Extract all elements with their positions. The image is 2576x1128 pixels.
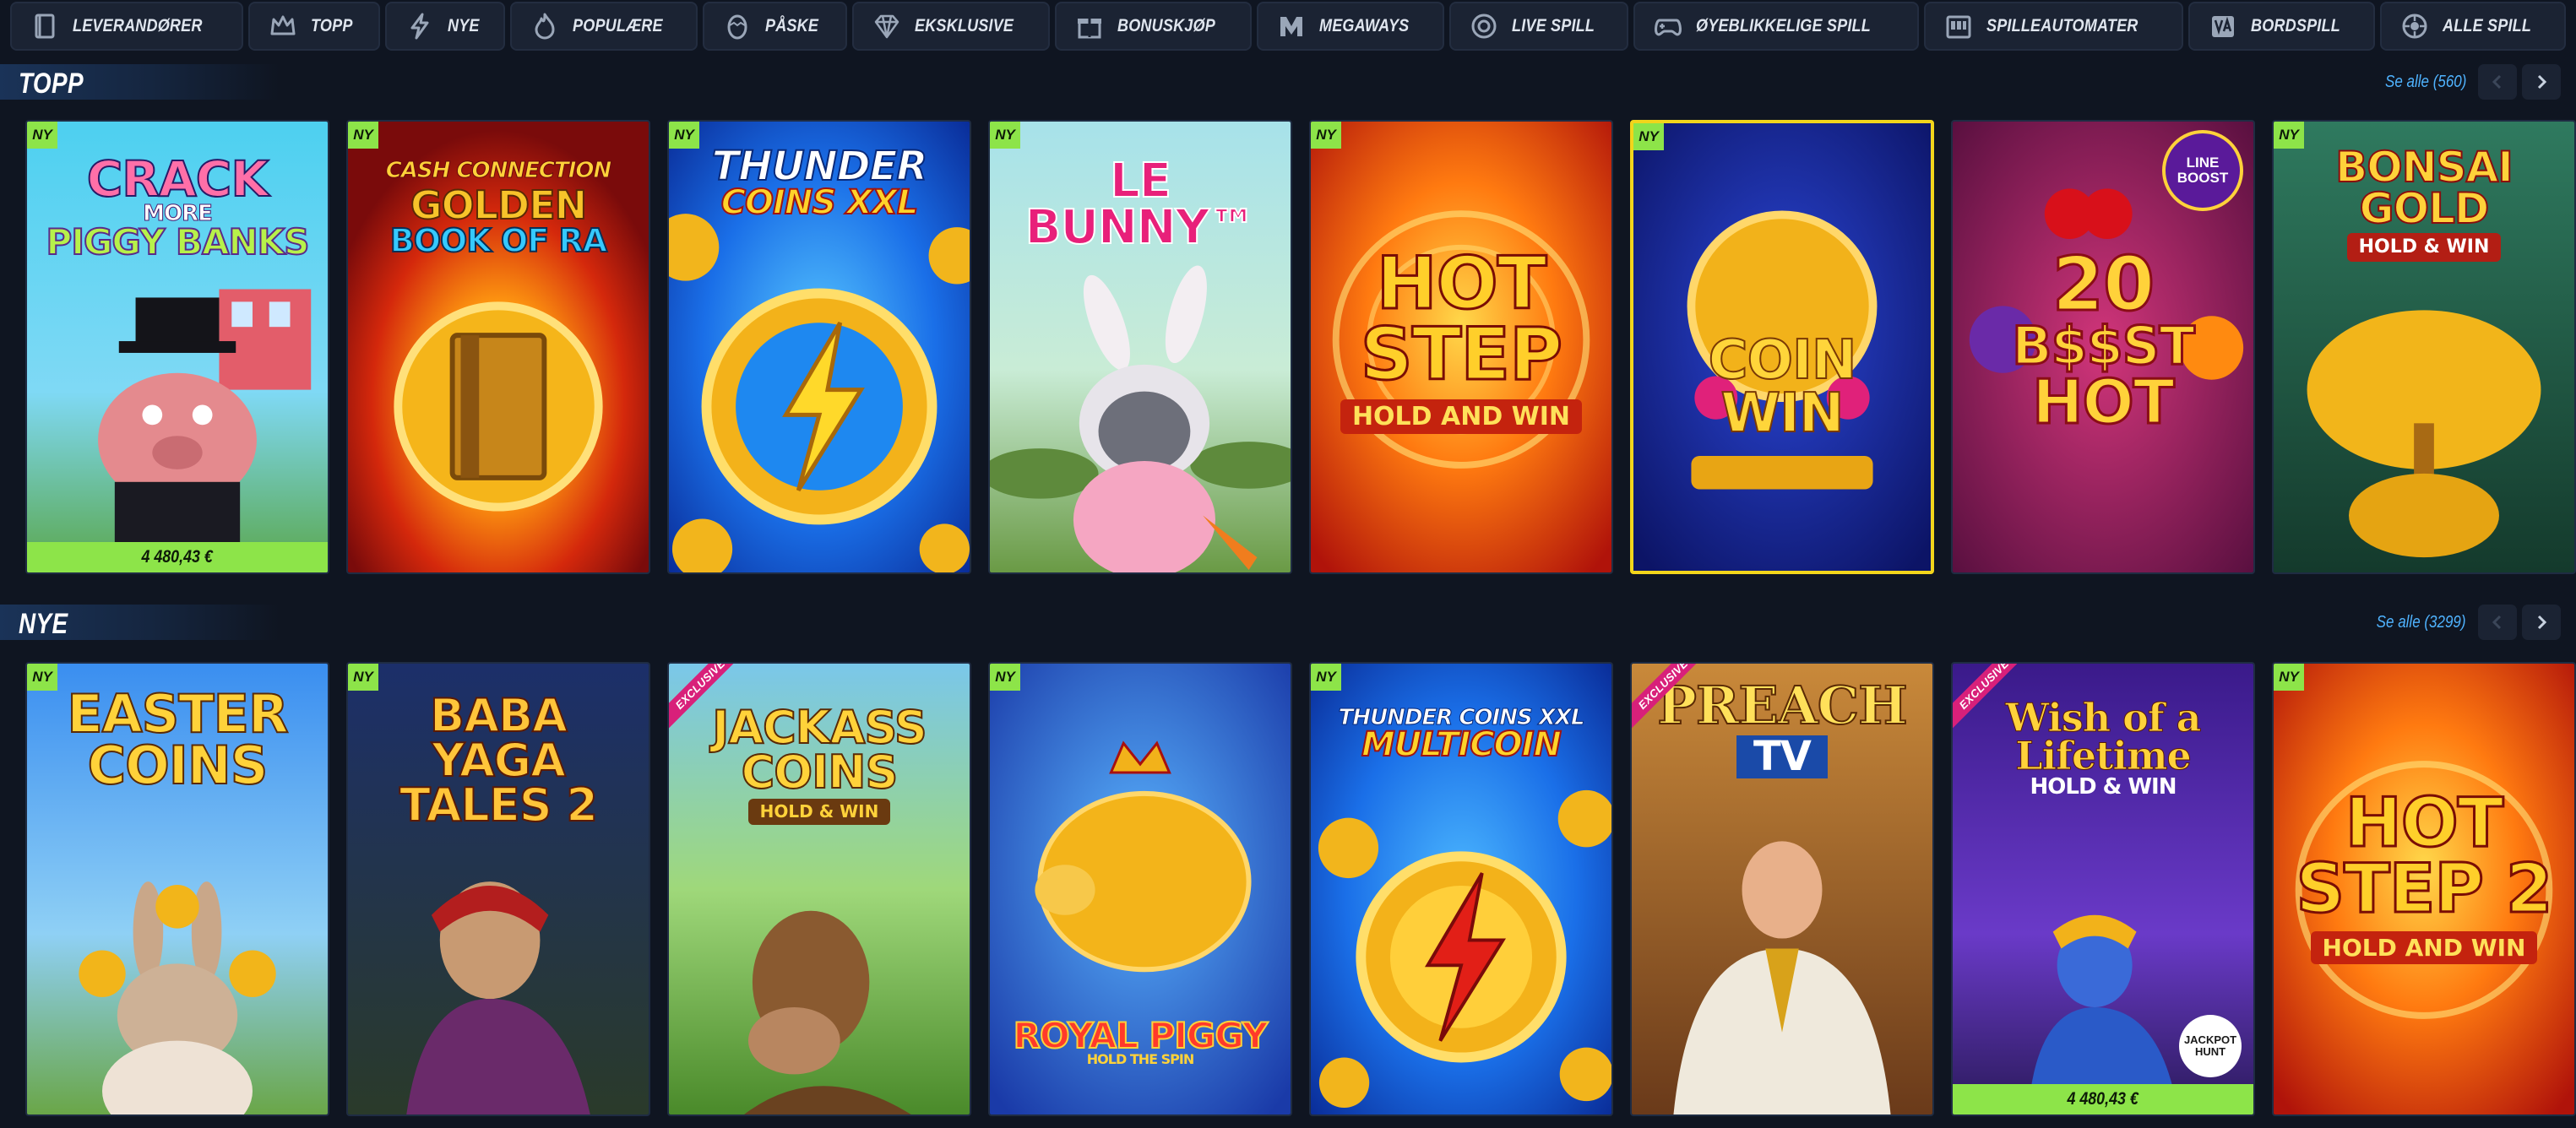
game-card[interactable]: THUNDER COINS XXL NY [667, 120, 971, 574]
game-title: ROYAL PIGGY HOLD THE SPIN [1013, 1015, 1269, 1068]
book-icon [29, 10, 61, 42]
section-title: NYE [19, 608, 68, 640]
game-title: HOT STEP 2 HOLD AND WIN [2274, 788, 2574, 965]
diamond-icon [871, 10, 903, 42]
flame-icon [529, 10, 561, 42]
nav-table-games[interactable]: BORDSPILL [2188, 2, 2376, 51]
see-all-link[interactable]: Se alle (560) [2385, 73, 2466, 92]
game-title: THUNDER COINS XXL [711, 143, 929, 223]
game-card[interactable]: BONSAI GOLD HOLD & WIN NY [2272, 120, 2576, 574]
new-badge: NY [669, 122, 699, 149]
gamepad-icon [1652, 10, 1684, 42]
game-card[interactable]: Wish of a Lifetime HOLD & WIN EXCLUSIVE … [1951, 662, 2255, 1116]
scroll-next-button[interactable] [2522, 64, 2561, 100]
new-badge: NY [2274, 122, 2304, 149]
scroll-next-button[interactable] [2522, 605, 2561, 640]
section-top: TOPP Se alle (560) [0, 61, 2576, 103]
game-card[interactable]: LE BUNNY™ NY [988, 120, 1292, 574]
playing-card-icon [2207, 10, 2239, 42]
chevron-right-icon [2537, 615, 2547, 630]
game-card-selected[interactable]: COIN WIN NY [1630, 120, 1934, 574]
game-card[interactable]: THUNDER COINS XXL MULTICOIN NY [1309, 662, 1613, 1116]
game-title: THUNDER COINS XXL MULTICOIN [1338, 705, 1585, 765]
megaways-m-icon [1275, 10, 1307, 42]
game-title: HOT STEP HOLD AND WIN [1311, 246, 1611, 434]
game-card[interactable]: PREACH TV EXCLUSIVE [1630, 662, 1934, 1116]
game-card[interactable]: ROYAL PIGGY HOLD THE SPIN NY [988, 662, 1292, 1116]
category-nav: LEVERANDØRER TOPP NYE POPULÆRE PÅSKE EKS… [0, 0, 2576, 54]
section-header: TOPP Se alle (560) [0, 61, 2576, 103]
jackpot-amount: 4 480,43 € [1953, 1084, 2253, 1114]
globe-icon [2399, 10, 2431, 42]
game-title: CASH CONNECTION GOLDEN BOOK OF RA [385, 158, 612, 259]
nav-providers[interactable]: LEVERANDØRER [9, 2, 244, 51]
new-badge: NY [1633, 123, 1664, 150]
crown-icon [267, 10, 299, 42]
nav-new[interactable]: NYE [384, 2, 505, 51]
roulette-chip-icon [1468, 10, 1500, 42]
new-badge: NY [1311, 122, 1341, 149]
section-title: TOPP [19, 68, 84, 100]
game-title: COIN WIN [1708, 329, 1858, 445]
game-grid-new: EASTER COINS NY BABA YAGA TALES 2 NY JAC… [25, 662, 2576, 1116]
nav-megaways[interactable]: MEGAWAYS [1257, 2, 1444, 51]
game-title: Wish of a Lifetime HOLD & WIN [2005, 695, 2202, 800]
game-card[interactable]: JACKASS COINS HOLD & WIN EXCLUSIVE [667, 662, 971, 1116]
nav-popular[interactable]: POPULÆRE [509, 2, 698, 51]
see-all-link[interactable]: Se alle (3299) [2377, 613, 2466, 632]
game-title: 20 B$$ST HOT [2011, 241, 2196, 437]
new-badge: NY [990, 122, 1020, 149]
game-title: CRACK MORE PIGGY BANKS [46, 150, 311, 263]
game-grid-top: CRACK MORE PIGGY BANKS NY 4 480,43 € CAS… [25, 120, 2576, 574]
game-card[interactable]: CASH CONNECTION GOLDEN BOOK OF RA NY [346, 120, 650, 574]
game-card[interactable]: EASTER COINS NY [25, 662, 329, 1116]
game-title: BABA YAGA TALES 2 [399, 689, 599, 832]
game-card[interactable]: HOT STEP HOLD AND WIN NY [1309, 120, 1613, 574]
game-title: LE BUNNY™ [1024, 154, 1257, 255]
game-title: BONSAI GOLD HOLD & WIN [2274, 145, 2574, 262]
nav-easter[interactable]: PÅSKE [702, 2, 847, 51]
game-card[interactable]: HOT STEP 2 HOLD AND WIN NY [2272, 662, 2576, 1116]
scroll-prev-button[interactable] [2478, 605, 2517, 640]
nav-slots[interactable]: SPILLEAUTOMATER [1924, 2, 2184, 51]
new-badge: NY [990, 664, 1020, 691]
nav-bonus-buy[interactable]: BONUSKJØP [1055, 2, 1253, 51]
scroll-prev-button[interactable] [2478, 64, 2517, 100]
nav-instant[interactable]: ØYEBLIKKELIGE SPILL [1633, 2, 1920, 51]
game-title: EASTER COINS [66, 683, 289, 796]
new-badge: NY [27, 122, 57, 149]
game-title: PREACH TV [1656, 675, 1909, 780]
chevron-left-icon [2492, 74, 2502, 89]
game-title: JACKASS COINS HOLD & WIN [669, 704, 970, 826]
new-badge: NY [348, 664, 378, 691]
new-badge: NY [348, 122, 378, 149]
chevron-right-icon [2537, 74, 2547, 89]
nav-top[interactable]: TOPP [248, 2, 380, 51]
section-new: NYE Se alle (3299) [0, 601, 2576, 643]
lightning-icon [404, 10, 436, 42]
nav-exclusive[interactable]: EKSKLUSIVE [851, 2, 1051, 51]
new-badge: NY [1311, 664, 1341, 691]
new-badge: NY [2274, 664, 2304, 691]
section-header: NYE Se alle (3299) [0, 601, 2576, 643]
jackpot-hunt-badge: JACKPOT HUNT [2179, 1015, 2242, 1077]
game-card[interactable]: 20 B$$ST HOT LINE BOOST [1951, 120, 2255, 574]
chevron-left-icon [2492, 615, 2502, 630]
new-badge: NY [27, 664, 57, 691]
easter-egg-icon [721, 10, 753, 42]
nav-all-games[interactable]: ALLE SPILL [2380, 2, 2567, 51]
line-boost-corner-badge: LINE BOOST [2162, 130, 2243, 211]
gift-icon [1073, 10, 1106, 42]
nav-live[interactable]: LIVE SPILL [1448, 2, 1628, 51]
game-card[interactable]: CRACK MORE PIGGY BANKS NY 4 480,43 € [25, 120, 329, 574]
game-card[interactable]: BABA YAGA TALES 2 NY [346, 662, 650, 1116]
jackpot-amount: 4 480,43 € [27, 542, 328, 572]
slot-machine-icon [1943, 10, 1975, 42]
